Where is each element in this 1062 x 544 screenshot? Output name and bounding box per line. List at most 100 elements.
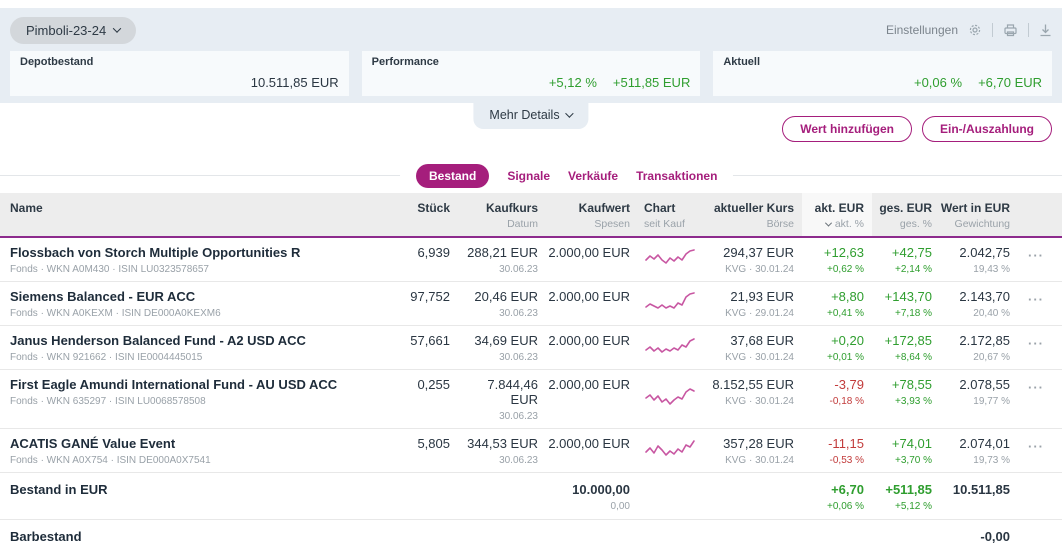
- wert-cell: 2.042,75 19,43 %: [959, 245, 1010, 275]
- table-body: Flossbach von Storch Multiple Opportunit…: [0, 238, 1062, 473]
- kaufwert-cell: 2.000,00 EUR: [548, 333, 630, 348]
- col-header-aktueller-kurs[interactable]: aktueller Kurs Börse: [702, 193, 802, 236]
- portfolio-name: Pimboli-23-24: [26, 22, 107, 38]
- sub-header: Mehr Details Wert hinzufügen Ein-/Auszah…: [0, 103, 1062, 151]
- portfolio-selector[interactable]: Pimboli-23-24: [10, 16, 137, 44]
- card-label: Performance: [371, 56, 439, 68]
- overflow-menu-icon: ···: [1028, 248, 1044, 263]
- table-row: ACATIS GANÉ Value Event Fonds · WKN A0X7…: [0, 429, 1062, 473]
- row-menu-button[interactable]: ···: [1018, 238, 1062, 281]
- stueck-cell: 0,255: [417, 377, 450, 392]
- row-menu-button[interactable]: ···: [1018, 282, 1062, 325]
- table-row: Janus Henderson Balanced Fund - A2 USD A…: [0, 326, 1062, 370]
- tab-transaktionen[interactable]: Transaktionen: [636, 169, 717, 183]
- tabs-row: Bestand Signale Verkäufe Transaktionen: [0, 163, 1062, 189]
- summary-wert: 10.511,85: [952, 482, 1010, 497]
- divider: [992, 23, 993, 37]
- table-header: Name Stück Kaufkurs Datum Kaufwert Spese…: [0, 193, 1062, 238]
- chevron-down-icon: [112, 24, 122, 33]
- kaufkurs-cell: 288,21 EUR 30.06.23: [467, 245, 538, 275]
- overflow-menu-icon: ···: [1028, 292, 1044, 307]
- holdings-table: Name Stück Kaufkurs Datum Kaufwert Spese…: [0, 193, 1062, 544]
- kaufkurs-cell: 20,46 EUR 30.06.23: [474, 289, 538, 319]
- tab-bestand[interactable]: Bestand: [416, 163, 490, 188]
- tab-signale[interactable]: Signale: [507, 169, 550, 183]
- fund-name-link[interactable]: First Eagle Amundi International Fund - …: [10, 377, 378, 392]
- akt-eur-cell: +0,20 +0,01 %: [827, 333, 864, 363]
- fund-meta: Fonds · WKN A0KEXM · ISIN DE000A0KEXM6: [10, 308, 221, 319]
- stueck-cell: 57,661: [410, 333, 450, 348]
- card-value: 10.511,85 EUR: [250, 75, 339, 90]
- summary-row-bestand: Bestand in EUR 10.000,00 0,00 +6,70 +0,0…: [0, 473, 1062, 520]
- wert-cell: 2.078,55 19,77 %: [959, 377, 1010, 407]
- col-header-wert-in-eur[interactable]: Wert in EUR Gewichtung: [940, 193, 1018, 236]
- summary-kaufwert: 10.000,00 0,00: [572, 482, 630, 512]
- settings-label[interactable]: Einstellungen: [886, 23, 958, 37]
- col-header-menu: [1018, 193, 1062, 236]
- fund-meta: Fonds · WKN 635297 · ISIN LU0068578508: [10, 396, 206, 407]
- row-menu-button[interactable]: ···: [1018, 429, 1062, 472]
- fund-meta: Fonds · WKN A0M430 · ISIN LU0323578657: [10, 264, 209, 275]
- col-header-stueck[interactable]: Stück: [386, 193, 458, 236]
- ges-eur-cell: +74,01 +3,70 %: [891, 436, 932, 466]
- fund-name-link[interactable]: Flossbach von Storch Multiple Opportunit…: [10, 245, 378, 260]
- col-header-akt-eur[interactable]: akt. EUR akt. %: [802, 193, 872, 236]
- add-value-button[interactable]: Wert hinzufügen: [782, 116, 912, 142]
- card-aktuell: Aktuell +0,06 % +6,70 EUR: [713, 51, 1053, 96]
- table-row: First Eagle Amundi International Fund - …: [0, 370, 1062, 429]
- kaufwert-cell: 2.000,00 EUR: [548, 436, 630, 451]
- kpi-cards: Depotbestand 10.511,85 EUR Performance +…: [10, 51, 1053, 96]
- action-buttons: Wert hinzufügen Ein-/Auszahlung: [782, 116, 1052, 142]
- summary-akt: +6,70 +0,06 %: [827, 482, 864, 512]
- summary-wert: -0,00: [980, 529, 1010, 544]
- sparkline-chart: [638, 282, 702, 325]
- deposit-withdraw-button[interactable]: Ein-/Auszahlung: [922, 116, 1052, 142]
- kaufwert-cell: 2.000,00 EUR: [548, 245, 630, 260]
- kaufwert-cell: 2.000,00 EUR: [548, 289, 630, 304]
- akt-eur-cell: -11,15 -0,53 %: [828, 436, 864, 466]
- row-menu-button[interactable]: ···: [1018, 326, 1062, 369]
- aktueller-kurs-cell: 8.152,55 EUR KVG · 30.01.24: [712, 377, 794, 407]
- wert-cell: 2.172,85 20,67 %: [959, 333, 1010, 363]
- stueck-cell: 6,939: [417, 245, 450, 260]
- ges-eur-cell: +143,70 +7,18 %: [884, 289, 932, 319]
- col-header-ges-eur[interactable]: ges. EUR ges. %: [872, 193, 940, 236]
- col-header-chart[interactable]: Chart seit Kauf: [638, 193, 702, 236]
- fund-name-link[interactable]: ACATIS GANÉ Value Event: [10, 436, 378, 451]
- fund-meta: Fonds · WKN A0X754 · ISIN DE000A0X7541: [10, 455, 211, 466]
- akt-eur-cell: +8,80 +0,41 %: [827, 289, 864, 319]
- col-header-kaufkurs[interactable]: Kaufkurs Datum: [458, 193, 546, 236]
- kaufkurs-cell: 7.844,46 EUR 30.06.23: [487, 377, 538, 422]
- tab-verkaeufe[interactable]: Verkäufe: [568, 169, 618, 183]
- more-details-button[interactable]: Mehr Details: [473, 103, 589, 129]
- col-header-name[interactable]: Name: [0, 193, 386, 236]
- fund-name-link[interactable]: Siemens Balanced - EUR ACC: [10, 289, 378, 304]
- aktueller-kurs-cell: 21,93 EUR KVG · 29.01.24: [725, 289, 794, 319]
- fund-cell: ACATIS GANÉ Value Event Fonds · WKN A0X7…: [0, 429, 386, 472]
- header-band: Pimboli-23-24 Einstellungen Depotbestand…: [0, 8, 1062, 103]
- summary-ges: +511,85 +5,12 %: [885, 482, 932, 512]
- card-depotbestand: Depotbestand 10.511,85 EUR: [10, 51, 349, 96]
- card-label: Depotbestand: [20, 56, 94, 68]
- printer-icon[interactable]: [1003, 23, 1018, 37]
- col-header-kaufwert[interactable]: Kaufwert Spesen: [546, 193, 638, 236]
- sparkline-chart: [638, 238, 702, 281]
- download-icon[interactable]: [1039, 23, 1052, 37]
- ges-eur-cell: +78,55 +3,93 %: [891, 377, 932, 407]
- aktueller-kurs-cell: 357,28 EUR KVG · 30.01.24: [723, 436, 794, 466]
- card-performance: Performance +5,12 % +511,85 EUR: [361, 51, 701, 96]
- aktueller-kurs-cell: 37,68 EUR KVG · 30.01.24: [725, 333, 794, 363]
- band-top-row: Pimboli-23-24 Einstellungen: [10, 14, 1052, 46]
- gear-icon[interactable]: [968, 23, 982, 37]
- sparkline-chart: [638, 429, 702, 472]
- kaufkurs-cell: 34,69 EUR 30.06.23: [474, 333, 538, 363]
- sort-chevron-down-icon: [824, 219, 832, 227]
- kaufwert-cell: 2.000,00 EUR: [548, 377, 630, 392]
- fund-cell: Flossbach von Storch Multiple Opportunit…: [0, 238, 386, 281]
- summary-label: Bestand in EUR: [10, 482, 108, 497]
- tab-group: Bestand Signale Verkäufe Transaktionen: [400, 163, 734, 188]
- card-value: +5,12 % +511,85 EUR: [548, 75, 691, 90]
- row-menu-button[interactable]: ···: [1018, 370, 1062, 428]
- fund-meta: Fonds · WKN 921662 · ISIN IE0004445015: [10, 352, 203, 363]
- fund-name-link[interactable]: Janus Henderson Balanced Fund - A2 USD A…: [10, 333, 378, 348]
